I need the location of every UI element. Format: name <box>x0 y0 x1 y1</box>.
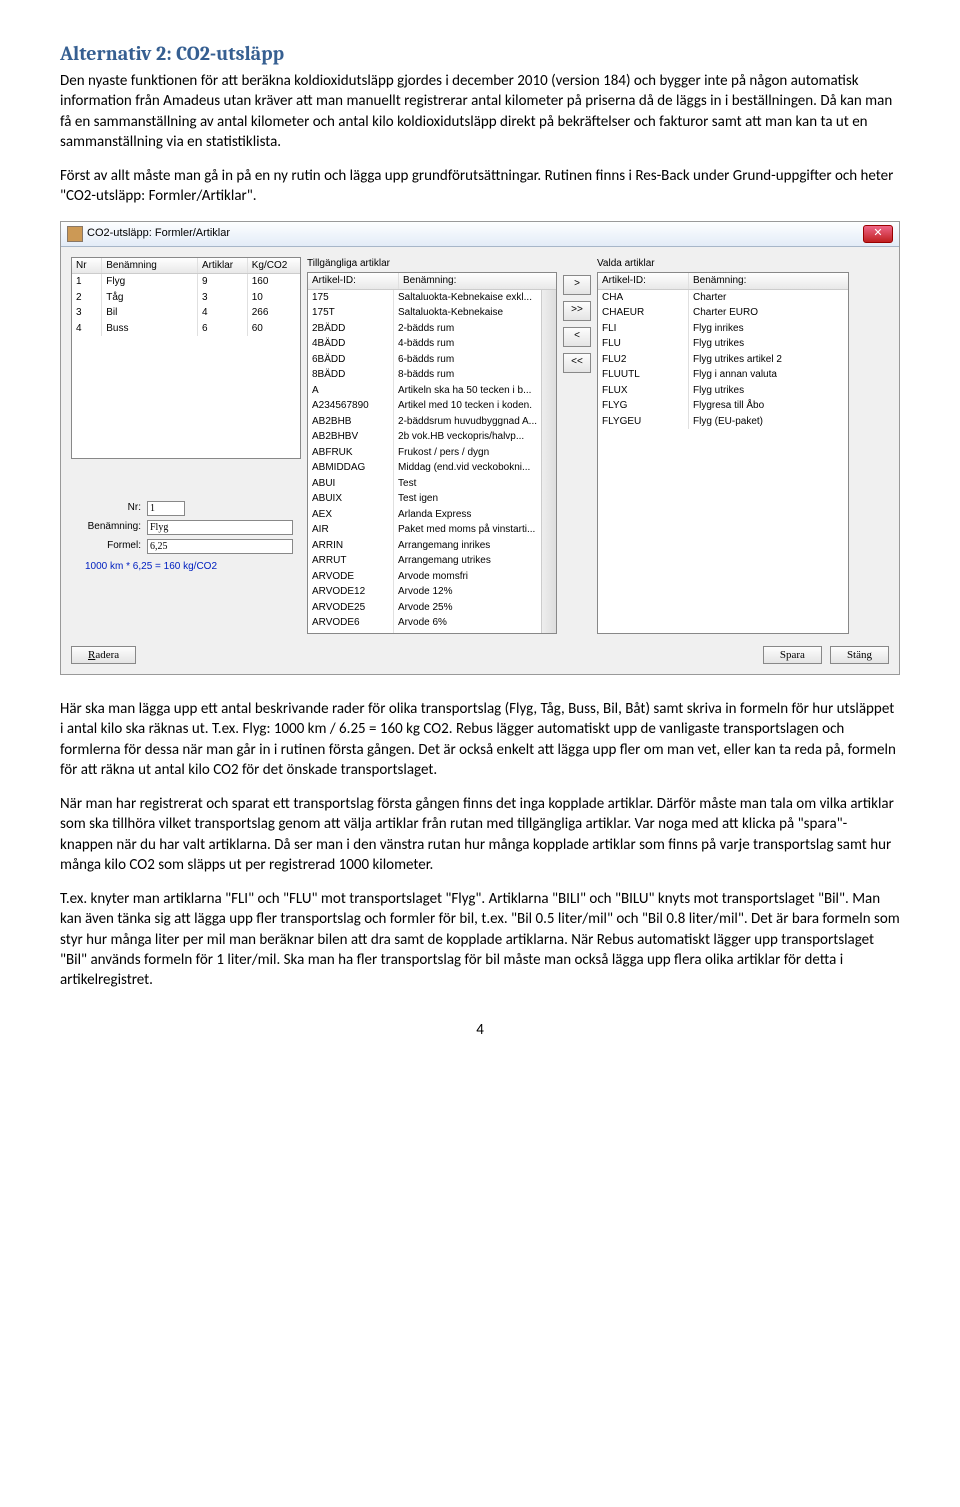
paragraph-5: T.ex. knyter man artiklarna "FLI" och "F… <box>60 889 900 990</box>
table-row[interactable]: 2Tåg310 <box>72 290 300 306</box>
heading-alternativ-2: Alternativ 2: CO2-utsläpp <box>60 40 900 67</box>
list-item[interactable]: FLUXFlyg utrikes <box>598 383 848 399</box>
stang-button[interactable]: Stäng <box>830 646 889 664</box>
move-right-button[interactable]: > <box>563 275 591 295</box>
label-benamning: Benämning: <box>71 520 147 534</box>
selected-articles-table[interactable]: Artikel-ID: Benämning: CHACharterCHAEURC… <box>597 272 849 634</box>
list-item[interactable]: AEXArlanda Express <box>308 507 541 523</box>
list-item[interactable]: 175Saltaluokta-Kebnekaise exkl... <box>308 290 541 306</box>
list-item[interactable]: ABFRUKFrukost / pers / dygn <box>308 445 541 461</box>
col-artiklar: Artiklar <box>198 258 248 274</box>
list-item[interactable]: AIRPaket med moms på vinstarti... <box>308 522 541 538</box>
scrollbar[interactable] <box>541 290 556 634</box>
list-item[interactable]: 8BÄDD8-bädds rum <box>308 367 541 383</box>
input-nr[interactable] <box>147 501 185 516</box>
list-item[interactable]: ARVODE6Arvode 6% <box>308 615 541 631</box>
label-tillgangliga: Tillgängliga artiklar <box>307 257 557 271</box>
col-kgco2: Kg/CO2 <box>248 258 300 274</box>
list-item[interactable]: 6BÄDD6-bädds rum <box>308 352 541 368</box>
table-row[interactable]: 3Bil4266 <box>72 305 300 321</box>
col-nr: Nr <box>72 258 102 274</box>
page-number: 4 <box>60 1020 900 1040</box>
list-item[interactable]: FLUUTLFlyg i annan valuta <box>598 367 848 383</box>
list-item[interactable]: FLIFlyg inrikes <box>598 321 848 337</box>
col-benamning: Benämning <box>102 258 198 274</box>
list-item[interactable]: FLUFlyg utrikes <box>598 336 848 352</box>
window-title: CO2-utsläpp: Formler/Artiklar <box>87 226 230 241</box>
list-item[interactable]: ARRUTArrangemang utrikes <box>308 553 541 569</box>
list-item[interactable]: 175TSaltaluokta-Kebnekaise <box>308 305 541 321</box>
label-nr: Nr: <box>71 501 147 515</box>
list-item[interactable]: ARVODE12Arvode 12% <box>308 584 541 600</box>
input-formel[interactable] <box>147 539 293 554</box>
radera-button[interactable]: Radera <box>71 646 136 664</box>
list-item[interactable]: ABUITest <box>308 476 541 492</box>
input-benamning[interactable] <box>147 520 293 535</box>
col-artikel-id: Artikel-ID: <box>308 273 399 289</box>
table-row[interactable]: 1Flyg9160 <box>72 274 300 290</box>
list-item[interactable]: AArtikeln ska ha 50 tecken i b... <box>308 383 541 399</box>
list-item[interactable]: ARVODEArvode momsfri <box>308 569 541 585</box>
list-item[interactable]: 4BÄDD4-bädds rum <box>308 336 541 352</box>
list-item[interactable]: FLU2Flyg utrikes artikel 2 <box>598 352 848 368</box>
col-artikel-id-2: Artikel-ID: <box>598 273 689 289</box>
available-articles-table[interactable]: Artikel-ID: Benämning: 175Saltaluokta-Ke… <box>307 272 557 634</box>
list-item[interactable]: ARVODE25Arvode 25% <box>308 600 541 616</box>
app-icon <box>67 226 83 242</box>
list-item[interactable]: AB2BHB2-bäddsrum huvudbyggnad A... <box>308 414 541 430</box>
list-item[interactable]: FLYGEUFlyg (EU-paket) <box>598 414 848 430</box>
app-screenshot: CO2-utsläpp: Formler/Artiklar ✕ Nr Benäm… <box>60 221 900 676</box>
close-icon[interactable]: ✕ <box>863 225 893 243</box>
list-item[interactable]: ABUIXTest igen <box>308 491 541 507</box>
paragraph-intro-1: Den nyaste funktionen för att beräkna ko… <box>60 71 900 152</box>
formula-table[interactable]: Nr Benämning Artiklar Kg/CO2 1Flyg91602T… <box>71 257 301 459</box>
list-item[interactable]: AUTOBil i Tyskland <box>308 631 541 634</box>
window-titlebar: CO2-utsläpp: Formler/Artiklar ✕ <box>61 222 899 247</box>
move-left-button[interactable]: < <box>563 327 591 347</box>
paragraph-intro-2: Först av allt måste man gå in på en ny r… <box>60 166 900 207</box>
list-item[interactable]: ABMIDDAGMiddag (end.vid veckobokni... <box>308 460 541 476</box>
list-item[interactable]: CHAEURCharter EURO <box>598 305 848 321</box>
list-item[interactable]: AB2BHBV2b vok.HB veckopris/halvp... <box>308 429 541 445</box>
formula-preview: 1000 km * 6,25 = 160 kg/CO2 <box>71 560 301 574</box>
col-artikel-benamning: Benämning: <box>399 273 555 289</box>
list-item[interactable]: A234567890Artikel med 10 tecken i koden. <box>308 398 541 414</box>
spara-button[interactable]: Spara <box>763 646 822 664</box>
list-item[interactable]: ARRINArrangemang inrikes <box>308 538 541 554</box>
label-valda: Valda artiklar <box>597 257 889 271</box>
table-row[interactable]: 4Buss660 <box>72 321 300 337</box>
move-all-right-button[interactable]: >> <box>563 301 591 321</box>
list-item[interactable]: 2BÄDD2-bädds rum <box>308 321 541 337</box>
list-item[interactable]: CHACharter <box>598 290 848 306</box>
paragraph-4: När man har registrerat och sparat ett t… <box>60 794 900 875</box>
col-artikel-benamning-2: Benämning: <box>689 273 845 289</box>
label-formel: Formel: <box>71 539 147 553</box>
list-item[interactable]: FLYGFlygresa till Åbo <box>598 398 848 414</box>
paragraph-3: Här ska man lägga upp ett antal beskriva… <box>60 699 900 780</box>
move-all-left-button[interactable]: << <box>563 353 591 373</box>
